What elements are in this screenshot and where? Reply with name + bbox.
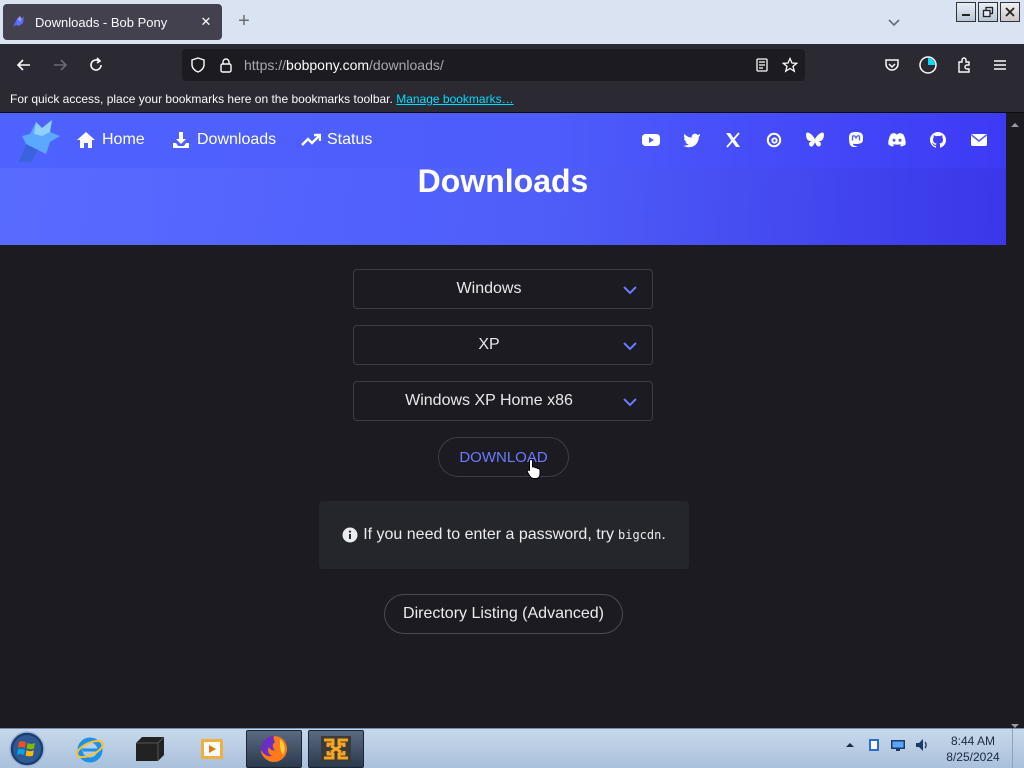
media-player-icon[interactable] bbox=[184, 730, 240, 768]
bookmarks-toolbar: For quick access, place your bookmarks h… bbox=[0, 86, 1024, 113]
twitter-icon[interactable] bbox=[681, 129, 702, 150]
firefox-icon[interactable] bbox=[246, 730, 302, 768]
scroll-down-arrow-icon[interactable] bbox=[1011, 717, 1019, 728]
bluesky-icon[interactable] bbox=[804, 129, 825, 150]
bobpony-logo[interactable] bbox=[12, 116, 64, 166]
home-icon bbox=[76, 130, 96, 150]
directory-listing-button[interactable]: Directory Listing (Advanced) bbox=[384, 594, 623, 634]
back-arrow-icon[interactable] bbox=[12, 53, 36, 77]
browser-tab-active[interactable]: Downloads - Bob Pony ✕ bbox=[3, 4, 222, 40]
x-icon[interactable] bbox=[722, 129, 743, 150]
github-icon[interactable] bbox=[927, 129, 948, 150]
minimize-button[interactable] bbox=[956, 2, 976, 22]
youtube-icon[interactable] bbox=[640, 129, 661, 150]
nav-downloads-label: Downloads bbox=[197, 131, 277, 148]
navigation-toolbar: https://bobpony.com/downloads/ bbox=[0, 44, 1024, 86]
address-bar[interactable]: https://bobpony.com/downloads/ bbox=[182, 49, 805, 81]
reload-icon[interactable] bbox=[84, 53, 108, 77]
system-tray bbox=[842, 737, 930, 753]
info-circle-icon bbox=[342, 527, 358, 543]
edition-select-value: Windows XP Home x86 bbox=[405, 392, 573, 409]
tab-close-icon[interactable]: ✕ bbox=[198, 14, 214, 30]
mail-icon[interactable] bbox=[968, 129, 989, 150]
tab-strip: Downloads - Bob Pony ✕ + bbox=[0, 0, 1024, 44]
show-hidden-icons-chevron-up-icon[interactable] bbox=[842, 737, 858, 753]
notice-end: . bbox=[661, 526, 666, 543]
nav-home[interactable]: Home bbox=[76, 129, 145, 151]
bookmarks-hint-text: For quick access, place your bookmarks h… bbox=[10, 92, 393, 106]
extensions-icon[interactable] bbox=[952, 53, 976, 77]
web-page: Home Downloads Status Downloads Windows … bbox=[0, 113, 1006, 728]
bookmark-star-icon[interactable] bbox=[781, 56, 799, 78]
url-prefix: https:// bbox=[244, 57, 287, 73]
trending-icon bbox=[301, 130, 321, 150]
url-path: /downloads/ bbox=[369, 57, 444, 73]
notice-password-code: bigcdn bbox=[618, 528, 662, 542]
version-select[interactable]: XP bbox=[353, 325, 653, 365]
chevron-down-icon bbox=[622, 338, 638, 354]
show-desktop-button[interactable] bbox=[1012, 729, 1024, 768]
clock-time: 8:44 AM bbox=[950, 734, 996, 748]
social-links bbox=[640, 129, 989, 150]
new-tab-button[interactable]: + bbox=[234, 11, 254, 31]
url-text[interactable]: https://bobpony.com/downloads/ bbox=[244, 57, 444, 73]
shield-icon[interactable] bbox=[190, 57, 206, 78]
pocket-icon[interactable] bbox=[880, 53, 904, 77]
account-icon[interactable] bbox=[916, 53, 940, 77]
download-icon bbox=[171, 130, 191, 150]
tab-title: Downloads - Bob Pony bbox=[35, 14, 168, 30]
forward-arrow-icon[interactable] bbox=[48, 53, 72, 77]
manage-bookmarks-link[interactable]: Manage bookmarks… bbox=[396, 92, 513, 106]
nav-status-label: Status bbox=[327, 131, 373, 148]
version-select-value: XP bbox=[478, 336, 500, 353]
chevron-down-icon bbox=[622, 282, 638, 298]
site-navigation: Home Downloads Status bbox=[0, 113, 1006, 168]
chevron-down-icon bbox=[622, 394, 638, 410]
system-clock[interactable]: 8:44 AM 8/25/2024 bbox=[940, 733, 1006, 765]
scroll-up-arrow-icon[interactable] bbox=[1011, 116, 1019, 127]
terminal-icon[interactable] bbox=[122, 730, 178, 768]
network-icon[interactable] bbox=[890, 737, 906, 753]
volume-icon[interactable] bbox=[914, 737, 930, 753]
close-window-button[interactable] bbox=[1000, 2, 1020, 22]
window-controls bbox=[956, 2, 1020, 22]
menu-hamburger-icon[interactable] bbox=[988, 53, 1012, 77]
start-button[interactable] bbox=[4, 729, 50, 768]
lock-icon[interactable] bbox=[218, 57, 234, 78]
page-title: Downloads bbox=[417, 163, 589, 199]
url-domain: bobpony.com bbox=[286, 57, 370, 73]
os-select-value: Windows bbox=[456, 280, 522, 297]
reader-view-icon[interactable] bbox=[754, 57, 770, 78]
vmware-icon[interactable] bbox=[308, 730, 364, 768]
clock-date: 8/25/2024 bbox=[946, 750, 1000, 764]
nav-downloads[interactable]: Downloads bbox=[171, 129, 276, 151]
threads-icon[interactable] bbox=[763, 129, 784, 150]
page-scrollbar[interactable] bbox=[1006, 113, 1024, 728]
restore-button[interactable] bbox=[978, 2, 998, 22]
download-button[interactable]: DOWNLOAD bbox=[438, 437, 569, 477]
hand-cursor-icon bbox=[526, 458, 542, 480]
bobpony-favicon-icon bbox=[11, 14, 27, 30]
os-select[interactable]: Windows bbox=[353, 269, 653, 309]
nav-home-label: Home bbox=[102, 131, 145, 148]
action-center-flag-icon[interactable] bbox=[866, 737, 882, 753]
notice-text: If you need to enter a password, try bbox=[363, 526, 614, 543]
hero-banner: Home Downloads Status Downloads bbox=[0, 113, 1006, 245]
discord-icon[interactable] bbox=[886, 129, 907, 150]
internet-explorer-icon[interactable] bbox=[62, 730, 118, 768]
password-notice: If you need to enter a password, try big… bbox=[319, 501, 689, 569]
windows-taskbar: 8:44 AM 8/25/2024 bbox=[0, 728, 1024, 768]
mastodon-icon[interactable] bbox=[845, 129, 866, 150]
nav-status[interactable]: Status bbox=[301, 129, 372, 151]
list-all-tabs-chevron-down-icon[interactable] bbox=[884, 12, 904, 32]
edition-select[interactable]: Windows XP Home x86 bbox=[353, 381, 653, 421]
